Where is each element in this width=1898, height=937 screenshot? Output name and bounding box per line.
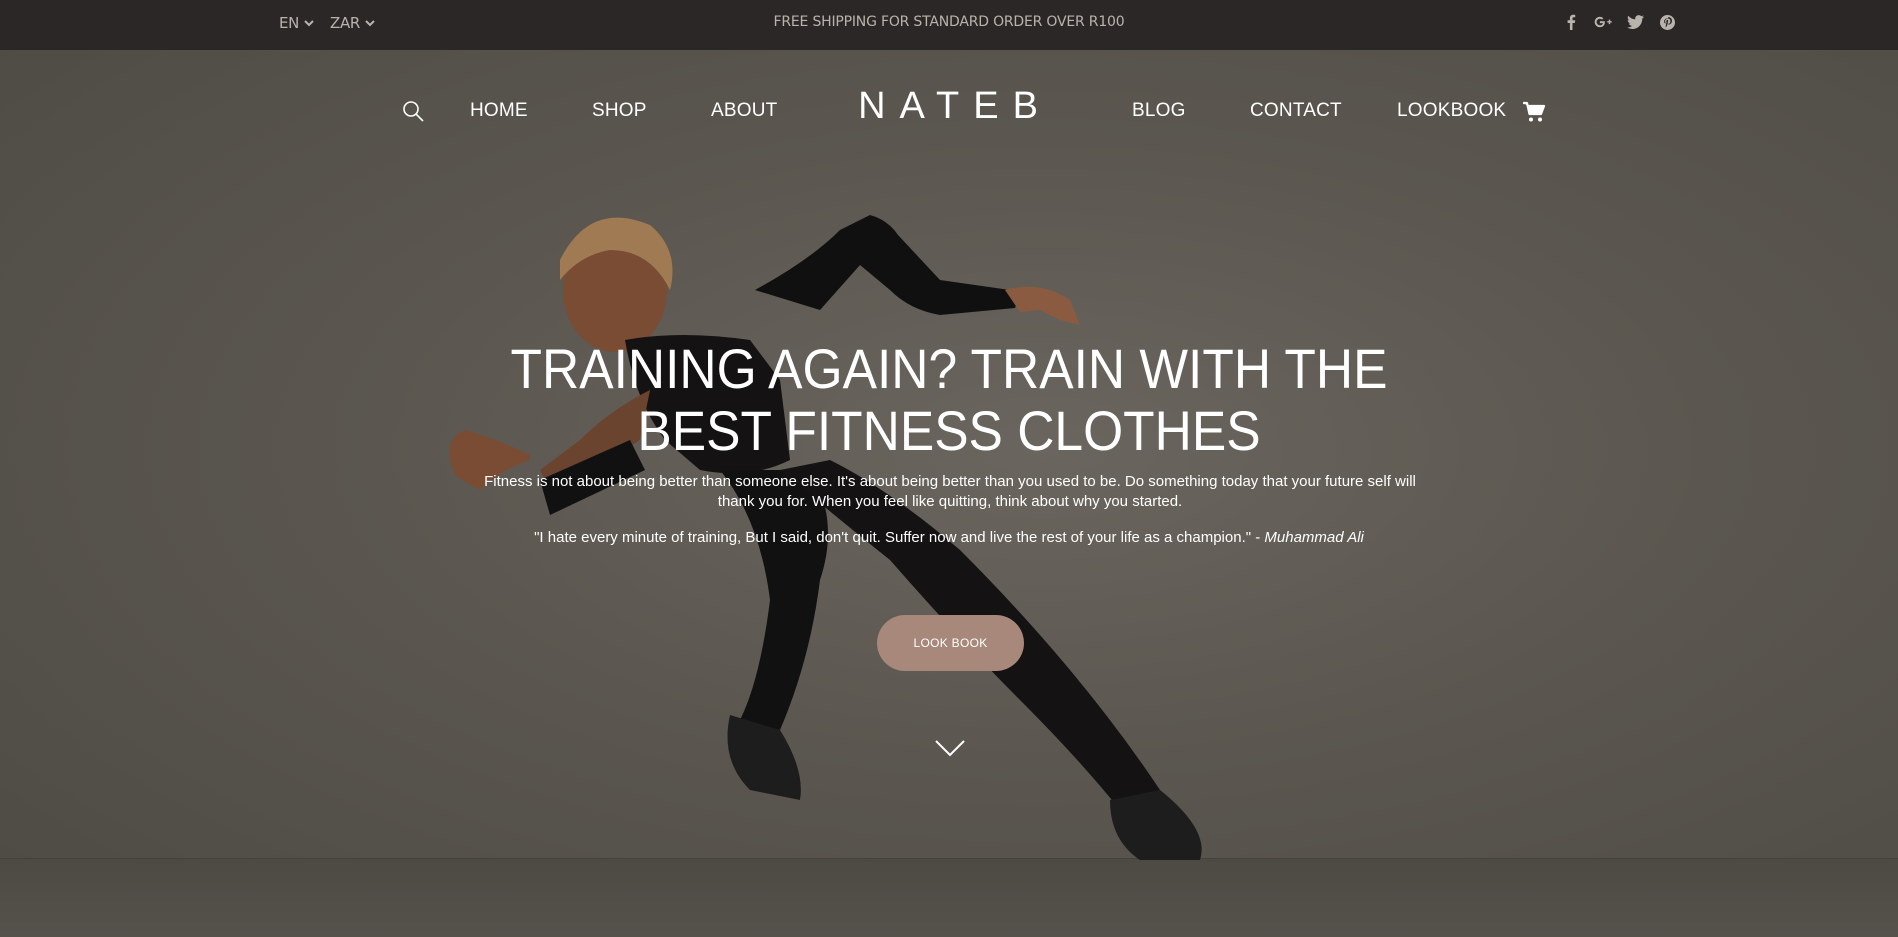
hero-quote: "I hate every minute of training, But I …	[400, 528, 1498, 548]
headline-line-1: TRAINING AGAIN? TRAIN WITH THE	[510, 337, 1388, 400]
hero-headline: TRAINING AGAIN? TRAIN WITH THE BEST FITN…	[76, 338, 1822, 462]
pinterest-icon[interactable]	[1658, 13, 1676, 31]
cart-icon[interactable]	[1522, 101, 1546, 123]
chevron-down-icon[interactable]	[934, 738, 966, 758]
facebook-icon[interactable]	[1562, 13, 1580, 31]
lookbook-button[interactable]: LOOK BOOK	[877, 615, 1024, 671]
twitter-icon[interactable]	[1626, 13, 1644, 31]
hero-section: TRAINING AGAIN? TRAIN WITH THE BEST FITN…	[0, 50, 1898, 937]
site-logo[interactable]: NATEB	[0, 85, 1898, 128]
google-plus-icon[interactable]	[1594, 13, 1612, 31]
top-bar: EN ZAR FREE SHIPPING FOR STANDARD ORDER …	[0, 0, 1898, 50]
social-links	[1562, 13, 1676, 31]
quote-author: Muhammad Ali	[1264, 529, 1364, 546]
headline-line-2: BEST FITNESS CLOTHES	[637, 399, 1261, 462]
hero-description: Fitness is not about being better than s…	[484, 473, 1416, 510]
quote-text: "I hate every minute of training, But I …	[534, 529, 1265, 546]
